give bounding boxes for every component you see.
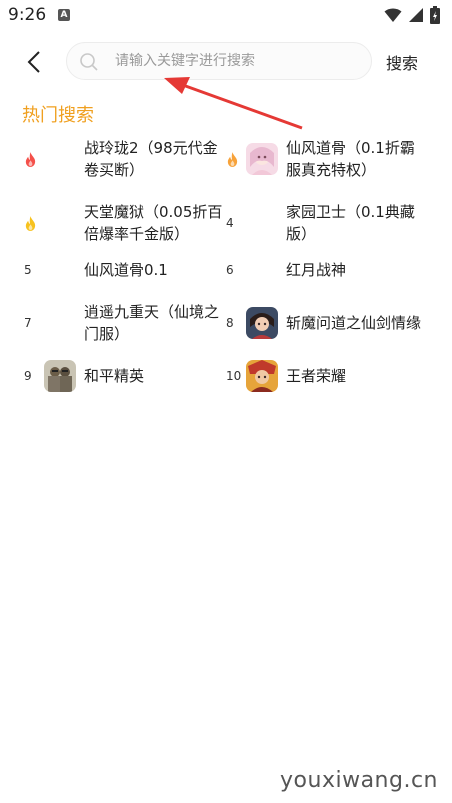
hot-search-rank: 9 bbox=[24, 369, 32, 383]
hot-search-name: 红月战神 bbox=[286, 261, 347, 279]
hot-search-rank: 5 bbox=[24, 263, 32, 277]
chevron-left-icon bbox=[27, 51, 40, 73]
watermark: youxiwang.cn bbox=[280, 768, 438, 793]
hot-search-name: 天堂魔狱（0.05折百倍爆率千金版） bbox=[84, 203, 223, 243]
hot-search-rank: 4 bbox=[226, 216, 234, 230]
hot-search-item[interactable]: 5 仙风道骨0.1 bbox=[24, 256, 224, 284]
hot-search-rank: 8 bbox=[226, 316, 234, 330]
flame-yellow-icon bbox=[24, 213, 44, 233]
hot-search-item[interactable]: 6 红月战神 bbox=[226, 256, 426, 284]
hot-search-name: 仙风道骨（0.1折霸服真充特权） bbox=[286, 139, 415, 179]
search-box[interactable] bbox=[66, 42, 372, 80]
battery-icon bbox=[430, 6, 440, 24]
hot-search-name: 王者荣耀 bbox=[286, 367, 347, 385]
hot-search-name: 逍遥九重天（仙境之门服） bbox=[84, 303, 220, 343]
game-avatar-pubg-icon bbox=[44, 360, 76, 392]
hot-search-item[interactable]: 10 王者荣耀 bbox=[226, 360, 426, 392]
hot-search-rank: 6 bbox=[226, 263, 234, 277]
hot-search-item[interactable]: 9 和平精英 bbox=[24, 360, 224, 392]
hot-search-name: 家园卫士（0.1典藏版） bbox=[286, 203, 415, 243]
status-icons bbox=[384, 6, 440, 24]
game-avatar-girl-icon bbox=[246, 143, 278, 175]
hot-search-name: 仙风道骨0.1 bbox=[84, 261, 168, 279]
hot-search-item[interactable]: 7 逍遥九重天（仙境之门服） bbox=[24, 300, 224, 346]
back-button[interactable] bbox=[18, 46, 50, 78]
hot-search-rank: 7 bbox=[24, 316, 32, 330]
wifi-icon bbox=[384, 8, 402, 22]
search-input[interactable] bbox=[115, 43, 355, 79]
hot-search-name: 斩魔问道之仙剑情缘 bbox=[286, 314, 422, 332]
hot-search-item[interactable]: 仙风道骨（0.1折霸服真充特权） bbox=[226, 136, 426, 182]
search-button[interactable]: 搜索 bbox=[386, 50, 418, 74]
hot-search-title: 热门搜索 bbox=[22, 105, 94, 126]
game-avatar-hok-icon bbox=[246, 360, 278, 392]
hot-search-item[interactable]: 战玲珑2（98元代金卷买断） bbox=[24, 136, 224, 182]
status-bar: 9:26 A bbox=[0, 0, 452, 32]
hot-search-name: 和平精英 bbox=[84, 367, 145, 385]
status-time: 9:26 bbox=[8, 5, 47, 25]
signal-icon bbox=[409, 8, 423, 22]
hot-search-item[interactable]: 4 家园卫士（0.1典藏版） bbox=[226, 200, 426, 246]
flame-orange-icon bbox=[226, 149, 246, 169]
hot-search-item[interactable]: 8 斩魔问道之仙剑情缘 bbox=[226, 300, 426, 346]
game-avatar-warrior-icon bbox=[246, 307, 278, 339]
flame-red-icon bbox=[24, 149, 44, 169]
hot-search-item[interactable]: 天堂魔狱（0.05折百倍爆率千金版） bbox=[24, 200, 224, 246]
notification-a-icon: A bbox=[58, 9, 70, 21]
hot-search-rank: 10 bbox=[226, 369, 242, 383]
search-bar: 搜索 bbox=[0, 40, 452, 84]
search-icon bbox=[80, 53, 98, 71]
hot-search-name: 战玲珑2（98元代金卷买断） bbox=[84, 139, 218, 179]
